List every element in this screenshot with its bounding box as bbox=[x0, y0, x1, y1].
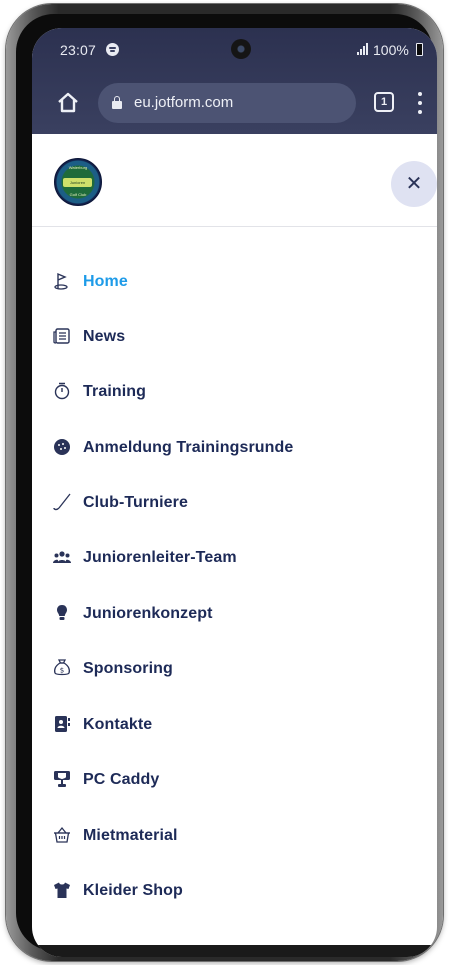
status-bar: 23:07 100% bbox=[32, 28, 437, 72]
nav-item-kontakte[interactable]: Kontakte bbox=[32, 706, 437, 746]
nav-item-anmeldung-trainingsrunde[interactable]: Anmeldung Trainingsrunde bbox=[32, 429, 437, 469]
battery-percent: 100% bbox=[373, 42, 409, 58]
lock-icon bbox=[112, 96, 122, 109]
url-bar[interactable]: eu.jotform.com bbox=[98, 83, 356, 123]
screen-bottom-edge bbox=[32, 945, 437, 957]
logo-band-text: Junioren bbox=[63, 178, 92, 187]
nav-item-club-turniere[interactable]: Club-Turniere bbox=[32, 484, 437, 524]
screen: 23:07 100% eu.jotform.com 1 Waterburg Ju… bbox=[32, 28, 437, 957]
nav-label: Club-Turniere bbox=[83, 494, 189, 511]
spotify-icon bbox=[106, 43, 119, 56]
status-time: 23:07 bbox=[60, 42, 97, 58]
close-button[interactable]: ✕ bbox=[391, 161, 437, 207]
nav-label: Juniorenleiter-Team bbox=[83, 549, 237, 566]
address-book-icon bbox=[53, 715, 71, 733]
url-text: eu.jotform.com bbox=[134, 94, 234, 111]
nav-label: Kleider Shop bbox=[83, 882, 183, 899]
nav-item-juniorenkonzept[interactable]: Juniorenkonzept bbox=[32, 595, 437, 635]
nav-item-home[interactable]: Home bbox=[32, 263, 437, 303]
battery-icon bbox=[416, 43, 423, 56]
svg-text:$: $ bbox=[60, 667, 64, 675]
address-bar-row: eu.jotform.com 1 bbox=[32, 80, 437, 126]
newspaper-icon bbox=[53, 327, 71, 345]
money-bag-icon: $ bbox=[53, 659, 71, 677]
nav-item-pc-caddy[interactable]: PC Caddy bbox=[32, 761, 437, 801]
stopwatch-icon bbox=[53, 382, 71, 400]
golf-flag-icon bbox=[53, 272, 71, 290]
browser-chrome: 23:07 100% eu.jotform.com 1 bbox=[32, 28, 437, 134]
nav-label: Training bbox=[83, 383, 147, 400]
basket-icon bbox=[53, 826, 71, 844]
nav-label: Sponsoring bbox=[83, 660, 173, 677]
nav-label: PC Caddy bbox=[83, 771, 160, 788]
browser-menu-icon[interactable] bbox=[416, 92, 424, 114]
nav-label: Mietmaterial bbox=[83, 827, 178, 844]
lightbulb-icon bbox=[53, 604, 71, 622]
tab-switcher-button[interactable]: 1 bbox=[374, 92, 394, 112]
tshirt-icon bbox=[53, 881, 71, 899]
nav-item-mietmaterial[interactable]: Mietmaterial bbox=[32, 817, 437, 857]
golf-club-icon bbox=[53, 493, 71, 511]
nav-label: Kontakte bbox=[83, 716, 153, 733]
nav-label: Home bbox=[83, 273, 128, 290]
nav-item-sponsoring[interactable]: $ Sponsoring bbox=[32, 650, 437, 690]
nav-label: News bbox=[83, 328, 126, 345]
phone-bezel: 23:07 100% eu.jotform.com 1 Waterburg Ju… bbox=[16, 14, 437, 957]
team-icon bbox=[53, 548, 71, 566]
golf-ball-icon bbox=[53, 438, 71, 456]
trophy-icon bbox=[53, 770, 71, 788]
nav-item-kleider-shop[interactable]: Kleider Shop bbox=[32, 872, 437, 912]
front-camera-icon bbox=[231, 39, 251, 59]
logo-top-text: Waterburg bbox=[68, 165, 88, 170]
nav-item-training[interactable]: Training bbox=[32, 373, 437, 413]
phone-frame: 23:07 100% eu.jotform.com 1 Waterburg Ju… bbox=[6, 4, 443, 961]
club-logo[interactable]: Waterburg Junioren Golf Club bbox=[54, 158, 102, 206]
home-icon[interactable] bbox=[54, 89, 82, 117]
menu-header: Waterburg Junioren Golf Club ✕ bbox=[32, 134, 437, 227]
nav-label: Juniorenkonzept bbox=[83, 605, 213, 622]
nav-item-juniorenleiter-team[interactable]: Juniorenleiter-Team bbox=[32, 539, 437, 579]
nav-item-news[interactable]: News bbox=[32, 318, 437, 358]
logo-bottom-text: Golf Club bbox=[69, 192, 87, 197]
nav-label: Anmeldung Trainingsrunde bbox=[83, 439, 294, 456]
signal-icon bbox=[357, 43, 371, 55]
